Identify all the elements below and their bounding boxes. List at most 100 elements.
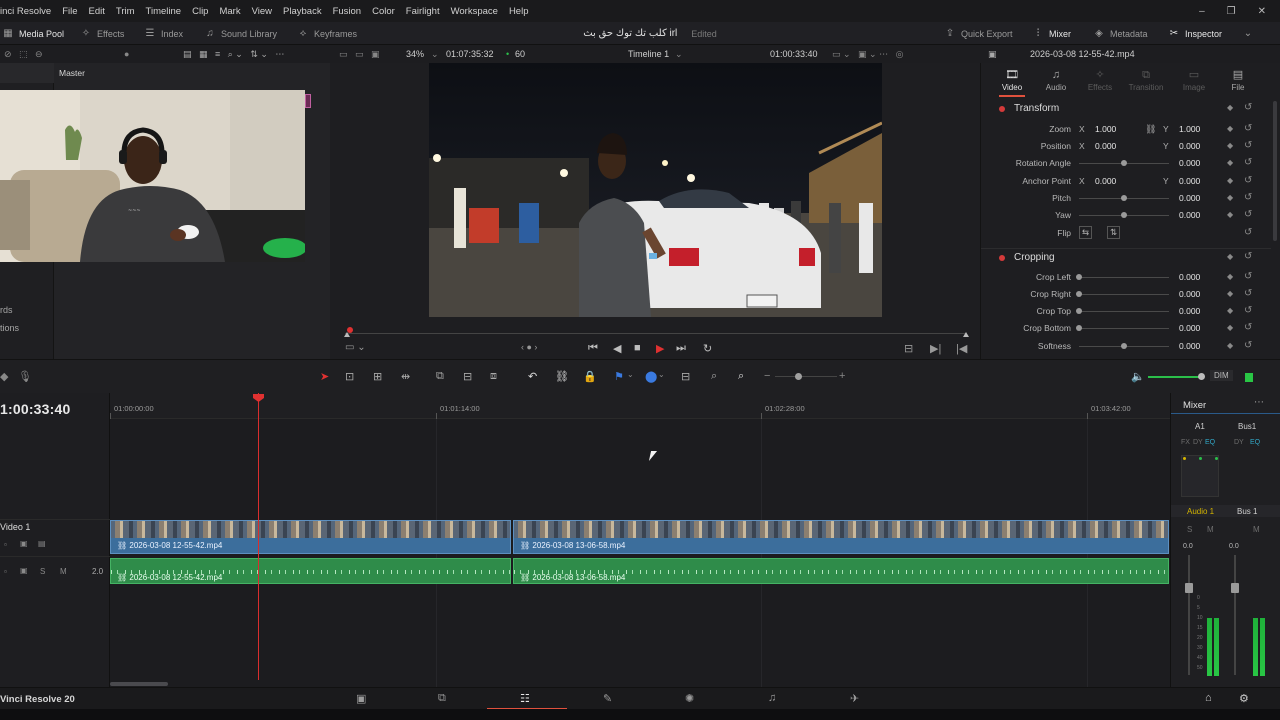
menu-app[interactable]: inci Resolve bbox=[0, 6, 51, 17]
crop-bottom-field[interactable]: 0.000 bbox=[1179, 323, 1200, 333]
reset-icon[interactable]: ↺ bbox=[1244, 251, 1252, 262]
next-clip-icon[interactable]: ▶| bbox=[930, 342, 941, 355]
pitch-slider-knob[interactable] bbox=[1121, 195, 1127, 201]
media-clip-thumbnail[interactable]: ~~~ bbox=[0, 90, 305, 262]
zoom-in-icon[interactable]: + bbox=[839, 370, 845, 382]
crop-left-slider-track[interactable] bbox=[1079, 277, 1169, 278]
video-clip[interactable]: ⛓ 2026-03-08 13-06-58.mp4 bbox=[513, 520, 1169, 554]
media-pool-button[interactable]: ▦ Media Pool bbox=[2, 22, 64, 45]
track-options-icon[interactable]: ◆ bbox=[0, 370, 8, 383]
keyframe-icon[interactable]: ◆ bbox=[1227, 158, 1233, 167]
transform-section-header[interactable]: Transform ◆ ↺ bbox=[981, 100, 1271, 118]
viewer-zoom[interactable]: 34% bbox=[406, 45, 424, 63]
menu-mark[interactable]: Mark bbox=[219, 6, 240, 17]
viewer-mode-icon[interactable]: ▭ ⌄ bbox=[345, 342, 366, 353]
linked-selection-icon[interactable]: ⛓ bbox=[555, 370, 569, 383]
audio-clip[interactable]: ⛓ 2026-03-08 13-06-58.mp4 bbox=[513, 558, 1169, 584]
keyframe-icon[interactable]: ◆ bbox=[1227, 193, 1233, 202]
close-icon[interactable]: ✕ bbox=[1258, 6, 1266, 17]
track-enable-icon[interactable]: ▤ bbox=[38, 539, 46, 548]
crop-top-field[interactable]: 0.000 bbox=[1179, 306, 1200, 316]
viewer-scrubber[interactable] bbox=[344, 325, 969, 339]
auto-select-icon[interactable]: ▣ bbox=[20, 539, 28, 548]
keyframe-icon[interactable]: ◆ bbox=[1227, 141, 1233, 150]
out-point-icon[interactable] bbox=[963, 332, 969, 337]
voiceover-mic-icon[interactable]: 🎙 bbox=[18, 370, 32, 383]
jog-control-icon[interactable]: ‹ ● › bbox=[521, 342, 537, 352]
home-icon[interactable]: ⌂ bbox=[1205, 692, 1212, 704]
pool-view-icons[interactable]: ⊘ ⬚ ⊖ bbox=[4, 45, 43, 63]
yaw-slider-knob[interactable] bbox=[1121, 212, 1127, 218]
audio-clip[interactable]: ⛓ 2026-03-08 12-55-42.mp4 bbox=[110, 558, 511, 584]
keyframe-icon[interactable]: ◆ bbox=[1227, 341, 1233, 350]
go-to-end-icon[interactable]: ⏭ bbox=[676, 342, 686, 355]
viewer-layout-icons[interactable]: ▭ ▭ ▣ bbox=[339, 45, 380, 63]
menu-clip[interactable]: Clip bbox=[192, 6, 208, 17]
menu-fairlight[interactable]: Fairlight bbox=[406, 6, 440, 17]
crop-top-slider-track[interactable] bbox=[1079, 311, 1169, 312]
reset-icon[interactable]: ↺ bbox=[1244, 288, 1252, 299]
dy-button[interactable]: DY bbox=[1193, 439, 1203, 446]
keyframe-icon[interactable]: ◆ bbox=[1227, 124, 1233, 133]
cropping-section-header[interactable]: Cropping ◆ ↺ bbox=[981, 248, 1271, 266]
keyframe-icon[interactable]: ◆ bbox=[1227, 176, 1233, 185]
reset-icon[interactable]: ↺ bbox=[1244, 322, 1252, 333]
tab-image[interactable]: ▭ Image bbox=[1173, 67, 1215, 92]
in-point-icon[interactable] bbox=[344, 332, 350, 337]
pan-control[interactable] bbox=[1181, 455, 1219, 497]
track-lock-icon[interactable]: ▫ bbox=[4, 540, 7, 549]
view-mode-icons[interactable]: ▤ ▦ ≡ ⌕ ⌄ ⇅ ⌄ ⋯ bbox=[183, 45, 284, 63]
reset-icon[interactable]: ↺ bbox=[1244, 271, 1252, 282]
tab-transition[interactable]: ⧉ Transition bbox=[1125, 67, 1167, 92]
timeline-chevron-icon[interactable]: ⌄ bbox=[675, 45, 683, 63]
settings-gear-icon[interactable]: ⚙ bbox=[1239, 692, 1249, 705]
keyframe-icon[interactable]: ◆ bbox=[1227, 272, 1233, 281]
marker-chevron-icon[interactable]: ⌄ bbox=[658, 370, 665, 379]
tab-audio[interactable]: ♫ Audio bbox=[1035, 67, 1077, 92]
flip-horizontal-icon[interactable]: ⇆ bbox=[1079, 226, 1093, 239]
reset-icon[interactable]: ↺ bbox=[1244, 227, 1252, 238]
menu-fusion[interactable]: Fusion bbox=[333, 6, 362, 17]
selection-tool-icon[interactable]: ➤ bbox=[320, 370, 329, 383]
reset-icon[interactable]: ↺ bbox=[1244, 192, 1252, 203]
crop-right-field[interactable]: 0.000 bbox=[1179, 289, 1200, 299]
restore-icon[interactable]: ❐ bbox=[1227, 6, 1236, 17]
play-icon[interactable]: ▶ bbox=[656, 342, 664, 355]
blade-tool-icon[interactable]: ⇹ bbox=[401, 370, 410, 383]
reset-icon[interactable]: ↺ bbox=[1244, 209, 1252, 220]
sidebar-item-collections[interactable]: tions bbox=[0, 323, 19, 333]
pitch-field[interactable]: 0.000 bbox=[1179, 193, 1200, 203]
reset-icon[interactable]: ↺ bbox=[1244, 175, 1252, 186]
page-fairlight-icon[interactable]: ♫ bbox=[768, 692, 776, 704]
keyframes-button[interactable]: ⟡ Keyframes bbox=[297, 22, 357, 45]
softness-field[interactable]: 0.000 bbox=[1179, 341, 1200, 351]
metadata-button[interactable]: ◈ Metadata bbox=[1093, 22, 1147, 45]
playhead[interactable] bbox=[258, 393, 259, 680]
marker-icon[interactable]: ⬤ bbox=[645, 370, 657, 383]
timeline-ruler[interactable]: 01:00:00:00 01:01:14:00 01:02:28:00 01:0… bbox=[110, 393, 1170, 419]
crop-bottom-slider-track[interactable] bbox=[1079, 328, 1169, 329]
crop-right-slider-track[interactable] bbox=[1079, 294, 1169, 295]
reset-icon[interactable]: ↺ bbox=[1244, 340, 1252, 351]
menu-edit[interactable]: Edit bbox=[89, 6, 105, 17]
bus1-fader-track[interactable] bbox=[1234, 555, 1236, 675]
menu-help[interactable]: Help bbox=[509, 6, 529, 17]
expand-button[interactable]: ⌄ bbox=[1242, 22, 1254, 45]
position-x-field[interactable]: 0.000 bbox=[1095, 141, 1116, 151]
a1-fader-knob[interactable] bbox=[1185, 583, 1193, 593]
loop-icon[interactable]: ↻ bbox=[703, 342, 712, 355]
page-deliver-icon[interactable]: ✈ bbox=[850, 692, 859, 705]
page-color-icon[interactable]: ✺ bbox=[685, 692, 694, 705]
effects-button[interactable]: ✧ Effects bbox=[80, 22, 125, 45]
inspector-button[interactable]: ✂ Inspector bbox=[1168, 22, 1222, 45]
link-icon[interactable]: ⛓ bbox=[1145, 124, 1156, 135]
snapping-icon[interactable]: ↶ bbox=[528, 370, 537, 383]
inspector-scrollbar[interactable] bbox=[1273, 101, 1277, 241]
viewer-options-icons[interactable]: ▭ ⌄ ▣ ⌄ ⋯ ◎ bbox=[832, 45, 903, 63]
eq-button[interactable]: EQ bbox=[1205, 439, 1215, 446]
mixer-button[interactable]: ⫶ Mixer bbox=[1032, 22, 1071, 45]
keyframe-icon[interactable]: ◆ bbox=[1227, 103, 1233, 112]
mixer-options-icon[interactable]: ⋯ bbox=[1254, 397, 1264, 408]
timeline-name[interactable]: Timeline 1 bbox=[628, 45, 669, 63]
menu-color[interactable]: Color bbox=[372, 6, 395, 17]
